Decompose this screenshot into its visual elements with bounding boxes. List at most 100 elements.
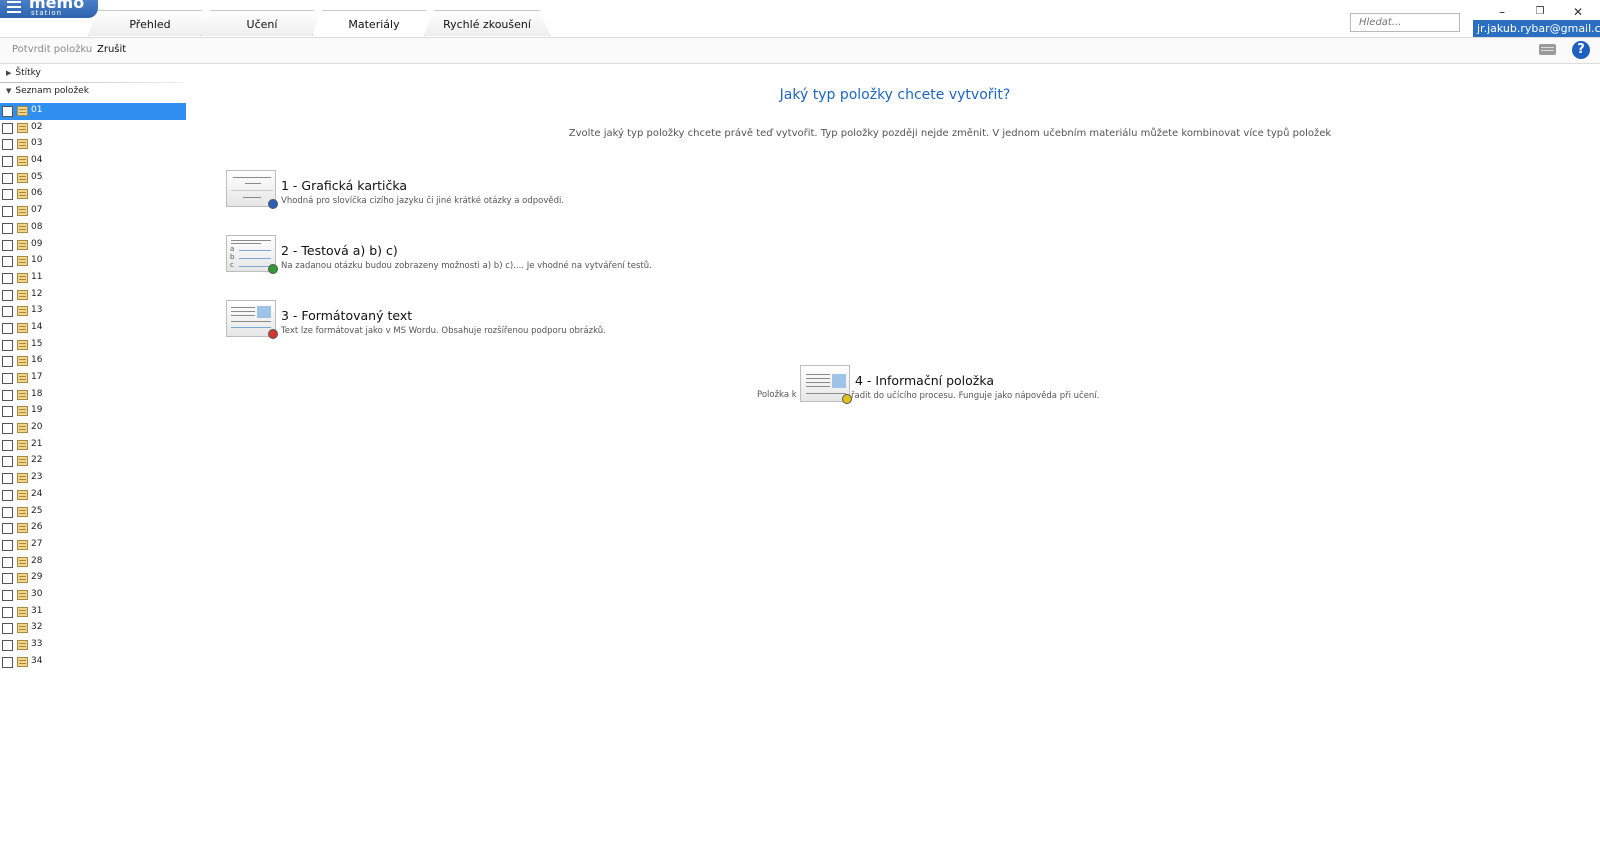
tab-prehled[interactable]: Přehled [88,10,212,36]
item-icon [17,272,28,283]
list-item[interactable]: 01 [0,103,186,120]
keyboard-icon[interactable] [1539,44,1556,55]
list-item[interactable]: 08 [0,220,186,237]
item-checkbox[interactable] [2,106,13,117]
item-icon [17,239,28,250]
item-icon [17,573,28,584]
app-logo[interactable]: memo station [0,0,98,18]
item-checkbox[interactable] [2,322,13,334]
list-item[interactable]: 06 [0,186,186,203]
menu-icon[interactable] [7,1,21,13]
item-checkbox[interactable] [2,506,13,518]
item-checkbox[interactable] [2,423,13,435]
restore-button[interactable]: ❐ [1530,4,1550,20]
list-item[interactable]: 03 [0,136,186,153]
list-item[interactable]: 31 [0,604,186,621]
item-checkbox[interactable] [2,656,13,668]
list-item[interactable]: 13 [0,303,186,320]
sidebar: ▶ Štítky ▼ Seznam položek 01 02 03 04 05 06 07 08… [0,63,186,867]
list-item[interactable]: 23 [0,470,186,487]
list-item[interactable]: 16 [0,353,186,370]
item-checkbox[interactable] [2,456,13,468]
list-item[interactable]: 15 [0,337,186,354]
tags-section[interactable]: ▶ Štítky [6,68,41,78]
list-item[interactable]: 21 [0,437,186,454]
item-checkbox[interactable] [2,172,13,184]
toolbar: Potvrdit položku Zrušit ? [0,37,1600,64]
item-checkbox[interactable] [2,256,13,268]
list-item[interactable]: 32 [0,620,186,637]
item-checkbox[interactable] [2,289,13,301]
close-button[interactable]: ✕ [1568,4,1588,20]
item-checkbox[interactable] [2,356,13,368]
tab-materialy[interactable]: Materiály [312,10,436,36]
item-checkbox[interactable] [2,623,13,635]
item-checkbox[interactable] [2,523,13,535]
list-item[interactable]: 12 [0,287,186,304]
item-checkbox[interactable] [2,373,13,384]
item-checkbox[interactable] [2,539,13,551]
minimize-button[interactable]: – [1492,4,1512,20]
item-label: 26 [31,522,43,533]
item-checkbox[interactable] [2,556,13,568]
item-checkbox[interactable] [2,473,13,485]
item-checkbox[interactable] [2,439,13,451]
item-checkbox[interactable] [2,239,13,251]
item-checkbox[interactable] [2,206,13,218]
list-item[interactable]: 29 [0,570,186,587]
list-item[interactable]: 05 [0,170,186,187]
item-checkbox[interactable] [2,139,13,151]
list-item[interactable]: 30 [0,587,186,604]
item-checkbox[interactable] [2,589,13,601]
list-item[interactable]: 27 [0,537,186,554]
items-section[interactable]: ▼ Seznam položek [6,86,89,96]
item-checkbox[interactable] [2,573,13,585]
list-item[interactable]: 24 [0,487,186,504]
account-email[interactable]: jr.jakub.rybar@gmail.com [1473,20,1600,37]
list-item[interactable]: 10 [0,253,186,270]
list-item[interactable]: 20 [0,420,186,437]
list-item[interactable]: 34 [0,654,186,671]
list-item[interactable]: 25 [0,504,186,521]
option-description: Vhodná pro slovíčka cizího jazyku či jin… [281,196,565,206]
item-checkbox[interactable] [2,606,13,618]
item-checkbox[interactable] [2,272,13,284]
item-checkbox[interactable] [2,640,13,651]
list-item[interactable]: 09 [0,237,186,254]
cancel-button[interactable]: Zrušit [97,44,126,55]
item-checkbox[interactable] [2,189,13,201]
list-item[interactable]: 11 [0,270,186,287]
option-graphic-card[interactable]: 1 - Grafická kartička Vhodná pro slovíčk… [226,170,626,210]
option-info-item[interactable]: 4 - Informační položka řadit do učícího … [800,365,1100,405]
option-title: 3 - Formátovaný text [281,308,413,323]
option-test-abc[interactable]: abc 2 - Testová a) b) c) Na zadanou otáz… [226,235,666,275]
item-checkbox[interactable] [2,156,13,168]
list-item[interactable]: 22 [0,453,186,470]
item-checkbox[interactable] [2,406,13,418]
list-item[interactable]: 07 [0,203,186,220]
item-checkbox[interactable] [2,122,13,134]
list-item[interactable]: 33 [0,637,186,654]
option-title: 1 - Grafická kartička [281,178,408,193]
search-input[interactable] [1350,13,1460,32]
list-item[interactable]: 02 [0,120,186,137]
list-item[interactable]: 28 [0,554,186,571]
logo-subtext: station [31,9,63,17]
item-checkbox[interactable] [2,489,13,501]
list-item[interactable]: 26 [0,520,186,537]
tab-rychle-zkouseni[interactable]: Rychlé zkoušení [424,10,550,36]
item-icon [17,256,28,267]
list-item[interactable]: 14 [0,320,186,337]
tab-uceni[interactable]: Učení [200,10,324,36]
item-checkbox[interactable] [2,389,13,401]
confirm-item-button[interactable]: Potvrdit položku [12,44,92,55]
list-item[interactable]: 18 [0,387,186,404]
item-checkbox[interactable] [2,339,13,351]
item-checkbox[interactable] [2,306,13,318]
option-formatted-text[interactable]: 3 - Formátovaný text Text lze formátovat… [226,300,646,340]
list-item[interactable]: 17 [0,370,186,387]
list-item[interactable]: 19 [0,403,186,420]
help-icon[interactable]: ? [1572,41,1590,59]
item-checkbox[interactable] [2,222,13,234]
list-item[interactable]: 04 [0,153,186,170]
